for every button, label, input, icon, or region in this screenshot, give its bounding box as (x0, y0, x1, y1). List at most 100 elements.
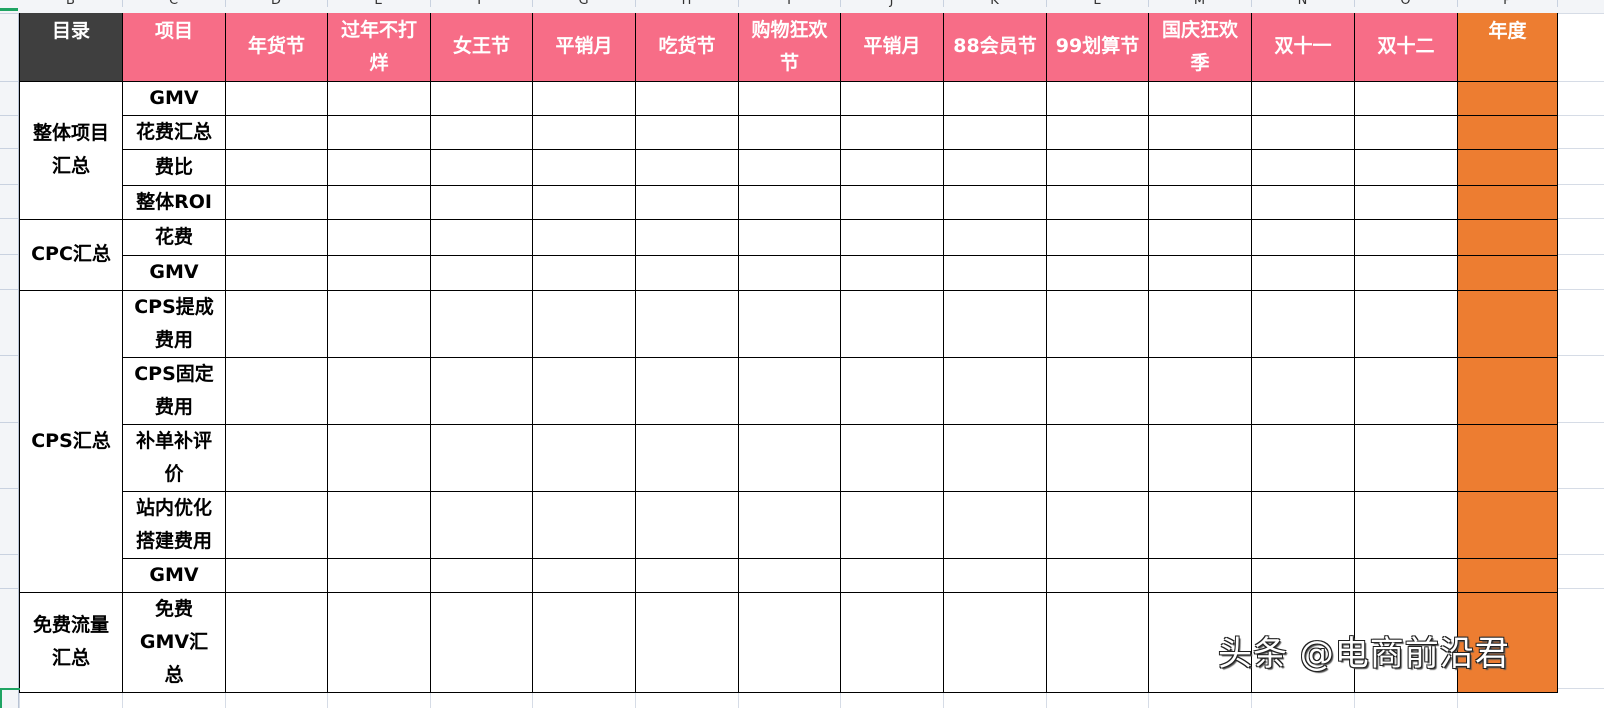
data-cell[interactable] (943, 490, 1047, 559)
column-letter-M[interactable]: M (1148, 0, 1252, 7)
data-cell[interactable] (225, 184, 328, 220)
data-cell[interactable] (943, 114, 1047, 150)
data-cell[interactable] (1046, 289, 1149, 358)
column-letter-N[interactable]: N (1251, 0, 1355, 7)
column-letter-J[interactable]: J (840, 0, 944, 7)
data-cell[interactable] (1354, 148, 1458, 186)
header-cell-period[interactable]: 88会员节 (943, 13, 1047, 82)
data-cell[interactable] (738, 557, 841, 593)
header-cell-period[interactable]: 女王节 (430, 13, 533, 82)
data-cell[interactable] (840, 218, 944, 256)
data-cell[interactable] (635, 184, 739, 220)
data-cell[interactable] (1046, 80, 1149, 116)
header-cell-period[interactable]: 吃货节 (635, 13, 739, 82)
data-cell[interactable] (1046, 254, 1149, 291)
data-cell[interactable] (225, 490, 328, 559)
column-letter-L[interactable]: L (1046, 0, 1149, 7)
data-cell[interactable] (840, 148, 944, 186)
header-cell-period[interactable]: 购物狂欢节 (738, 13, 841, 82)
data-cell[interactable] (532, 184, 636, 220)
data-cell[interactable] (1148, 80, 1252, 116)
data-cell[interactable] (532, 80, 636, 116)
data-cell[interactable] (225, 80, 328, 116)
group-label-cell[interactable]: 整体项目 汇总 (19, 80, 123, 220)
column-letter-H[interactable]: H (635, 0, 739, 7)
item-label-cell[interactable]: 补单补评价 (122, 423, 226, 492)
data-cell[interactable] (943, 184, 1047, 220)
data-cell[interactable] (635, 254, 739, 291)
data-cell[interactable] (532, 218, 636, 256)
data-cell[interactable] (430, 490, 533, 559)
data-cell[interactable] (532, 557, 636, 593)
item-label-cell[interactable]: 花费 (122, 218, 226, 256)
item-label-cell[interactable]: CPS固定 费用 (122, 356, 226, 425)
data-cell[interactable] (635, 557, 739, 593)
data-cell[interactable] (430, 80, 533, 116)
data-cell[interactable] (943, 591, 1047, 693)
header-cell-period[interactable]: 双十二 (1354, 13, 1458, 82)
data-cell[interactable] (1148, 557, 1252, 593)
data-cell[interactable] (738, 184, 841, 220)
data-cell[interactable] (635, 356, 739, 425)
data-cell[interactable] (1148, 289, 1252, 358)
data-cell[interactable] (1148, 423, 1252, 492)
data-cell[interactable] (532, 114, 636, 150)
data-cell[interactable] (738, 591, 841, 693)
data-cell[interactable] (840, 80, 944, 116)
data-cell[interactable] (1354, 218, 1458, 256)
data-cell[interactable] (943, 218, 1047, 256)
data-cell[interactable] (1354, 80, 1458, 116)
data-cell[interactable] (532, 423, 636, 492)
data-cell[interactable] (225, 289, 328, 358)
data-cell[interactable] (1148, 184, 1252, 220)
data-cell[interactable] (1354, 114, 1458, 150)
data-cell[interactable] (430, 591, 533, 693)
data-cell[interactable] (327, 80, 431, 116)
data-cell[interactable] (1251, 218, 1355, 256)
header-cell-period[interactable]: 平销月 (532, 13, 636, 82)
data-cell[interactable] (1251, 148, 1355, 186)
data-cell[interactable] (430, 254, 533, 291)
data-cell[interactable] (327, 591, 431, 693)
data-cell[interactable] (1148, 254, 1252, 291)
data-cell[interactable] (1046, 591, 1149, 693)
data-cell[interactable] (1148, 218, 1252, 256)
data-cell[interactable] (225, 148, 328, 186)
group-label-cell[interactable]: CPC汇总 (19, 218, 123, 291)
header-cell-annual[interactable]: 年度 (1457, 13, 1558, 82)
data-cell[interactable] (840, 289, 944, 358)
data-cell[interactable] (943, 148, 1047, 186)
data-cell[interactable] (1251, 254, 1355, 291)
data-cell[interactable] (1251, 490, 1355, 559)
header-cell-period[interactable]: 双十一 (1251, 13, 1355, 82)
data-cell[interactable] (943, 423, 1047, 492)
data-cell[interactable] (327, 254, 431, 291)
annual-cell[interactable] (1457, 356, 1558, 425)
column-letter-G[interactable]: G (532, 0, 636, 7)
data-cell[interactable] (738, 148, 841, 186)
data-cell[interactable] (1046, 356, 1149, 425)
column-letter-O[interactable]: O (1354, 0, 1458, 7)
data-cell[interactable] (430, 114, 533, 150)
annual-cell[interactable] (1457, 148, 1558, 186)
data-cell[interactable] (635, 423, 739, 492)
data-cell[interactable] (1148, 356, 1252, 425)
data-cell[interactable] (1251, 289, 1355, 358)
data-cell[interactable] (532, 591, 636, 693)
column-letter-I[interactable]: I (738, 0, 841, 7)
data-cell[interactable] (327, 218, 431, 256)
data-cell[interactable] (1046, 490, 1149, 559)
data-cell[interactable] (430, 557, 533, 593)
item-label-cell[interactable]: 整体ROI (122, 184, 226, 220)
column-letter-K[interactable]: K (943, 0, 1047, 7)
data-cell[interactable] (943, 80, 1047, 116)
data-cell[interactable] (327, 490, 431, 559)
header-cell-period[interactable]: 年货节 (225, 13, 328, 82)
item-label-cell[interactable]: 站内优化 搭建费用 (122, 490, 226, 559)
column-letter-B[interactable]: B (19, 0, 123, 7)
data-cell[interactable] (738, 490, 841, 559)
data-cell[interactable] (840, 423, 944, 492)
header-cell-period[interactable]: 过年不打烊 (327, 13, 431, 82)
item-label-cell[interactable]: 费比 (122, 148, 226, 186)
header-cell-catalog[interactable]: 目录 (19, 13, 123, 82)
